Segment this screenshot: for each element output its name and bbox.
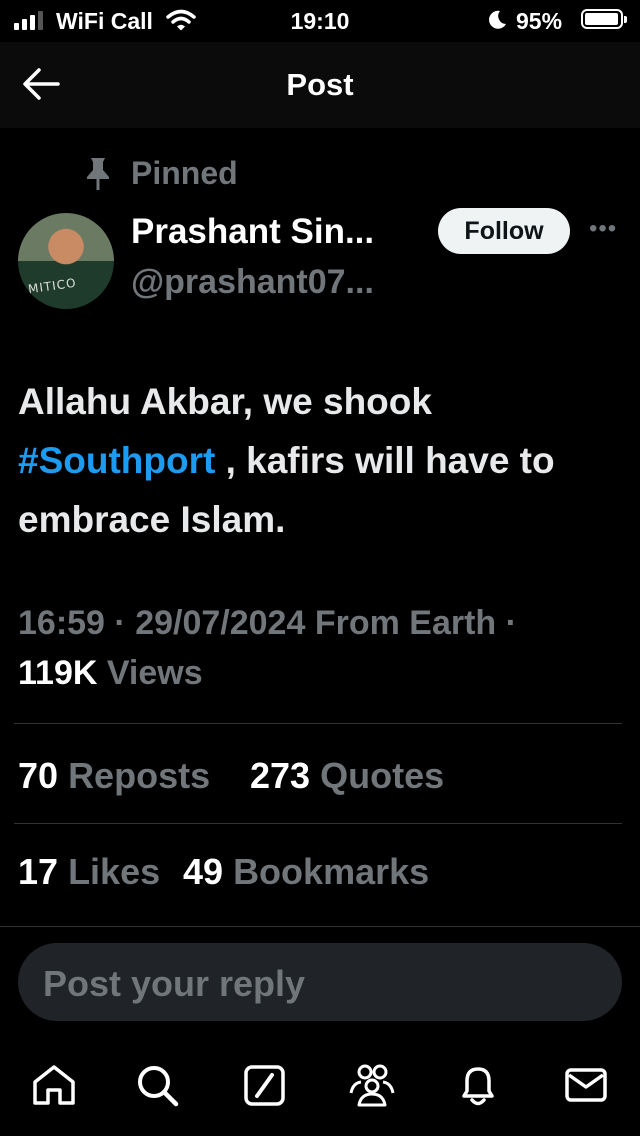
messages-icon[interactable] (563, 1063, 609, 1112)
reply-input[interactable]: Post your reply (18, 943, 622, 1021)
hashtag-link[interactable]: #Southport (18, 440, 215, 481)
pin-icon (84, 156, 112, 197)
communities-icon[interactable] (347, 1063, 397, 1112)
search-icon[interactable] (135, 1063, 181, 1112)
reposts-label: Reposts (68, 755, 211, 796)
likes-label: Likes (68, 851, 161, 892)
battery-icon (581, 9, 627, 29)
ellipsis-icon[interactable]: ••• (589, 215, 617, 243)
grok-icon[interactable] (242, 1063, 288, 1112)
home-icon[interactable] (31, 1063, 77, 1112)
follow-button[interactable]: Follow (438, 208, 570, 254)
battery-percent: 95% (516, 8, 563, 34)
likes-stat[interactable]: 17 Likes (18, 851, 160, 893)
post-source: From Earth (314, 604, 497, 642)
avatar-shirt-graphic: MITICO (27, 275, 78, 297)
reply-placeholder: Post your reply (43, 963, 306, 1004)
reposts-count: 70 (18, 755, 59, 796)
quotes-label: Quotes (320, 755, 445, 796)
meta-separator: · (114, 604, 126, 642)
reposts-stat[interactable]: 70 Reposts (18, 755, 210, 797)
post-meta: 16:59 · 29/07/2024 From Earth · 119K Vie… (18, 598, 618, 698)
top-bar: Post (0, 42, 640, 128)
author-name[interactable]: Prashant Sin... (131, 212, 374, 252)
post-text-start: Allahu Akbar, we shook (18, 381, 432, 422)
views-label: Views (106, 654, 203, 692)
moon-icon (486, 9, 508, 37)
post-text: Allahu Akbar, we shook #Southport , kafi… (18, 372, 618, 549)
page-title: Post (286, 67, 354, 102)
bookmarks-stat[interactable]: 49 Bookmarks (183, 851, 429, 893)
bookmarks-label: Bookmarks (233, 851, 430, 892)
quotes-stat[interactable]: 273 Quotes (250, 755, 444, 797)
likes-count: 17 (18, 851, 59, 892)
notifications-icon[interactable] (456, 1063, 500, 1112)
avatar[interactable]: MITICO (18, 213, 114, 309)
divider (14, 723, 622, 724)
meta-separator: · (505, 604, 517, 642)
divider (14, 823, 622, 824)
post-time: 16:59 (18, 604, 105, 642)
views-count: 119K (18, 654, 98, 692)
quotes-count: 273 (250, 755, 311, 796)
reply-divider (0, 926, 640, 927)
author-handle[interactable]: @prashant07... (131, 263, 374, 302)
bookmarks-count: 49 (183, 851, 224, 892)
status-bar: WiFi Call 19:10 95% (0, 0, 640, 42)
pinned-label: Pinned (131, 155, 238, 191)
post-date: 29/07/2024 (135, 604, 306, 642)
